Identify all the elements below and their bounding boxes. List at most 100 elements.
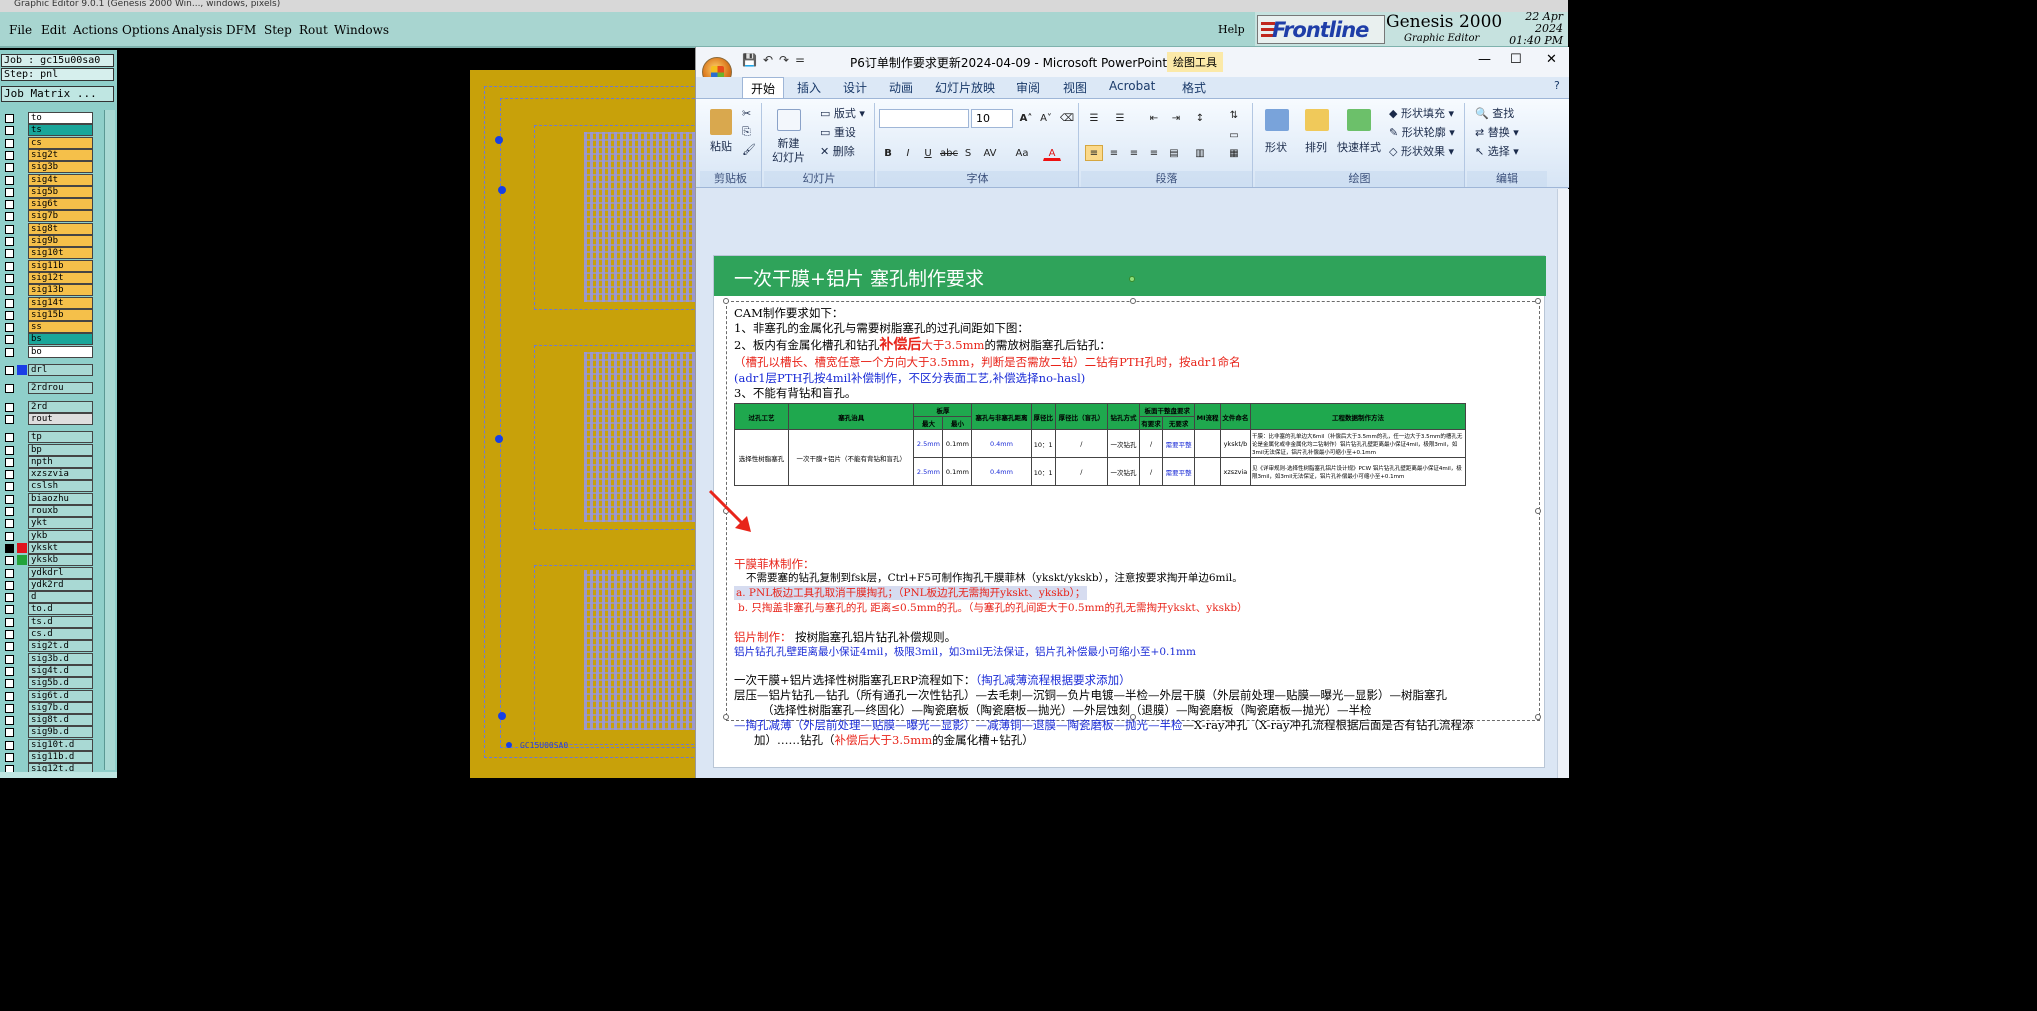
layer-checkbox[interactable]: [5, 414, 14, 424]
menu-windows[interactable]: Windows: [334, 23, 389, 37]
smartart-icon[interactable]: ▦: [1225, 145, 1243, 161]
layer-checkbox[interactable]: [5, 642, 14, 652]
layer-row[interactable]: sig11b: [0, 259, 96, 272]
text-direction-icon[interactable]: ⇅: [1225, 107, 1243, 123]
reset-button[interactable]: ▭ 重设: [820, 124, 856, 140]
layer-checkbox[interactable]: [5, 617, 14, 627]
layer-name[interactable]: ykt: [28, 517, 93, 530]
align-center-icon[interactable]: ≡: [1105, 145, 1123, 161]
layer-checkbox[interactable]: [5, 273, 14, 283]
shapes-icon[interactable]: [1265, 109, 1289, 131]
layer-checkbox[interactable]: [5, 703, 14, 713]
layer-name[interactable]: sig6t: [28, 198, 93, 211]
shape-outline-button[interactable]: ✎ 形状轮廓 ▾: [1389, 124, 1455, 140]
layer-name[interactable]: sig4t: [28, 173, 93, 186]
job-matrix-button[interactable]: Job Matrix ...: [1, 86, 114, 102]
new-slide-button[interactable]: 新建 幻灯片: [772, 137, 805, 165]
layer-name[interactable]: ss: [28, 321, 93, 334]
close-icon[interactable]: ✕: [1546, 52, 1557, 67]
shrink-font-icon[interactable]: A˅: [1037, 110, 1055, 126]
layer-row[interactable]: sig14t: [0, 296, 96, 309]
layer-name[interactable]: sig7b.d: [28, 701, 93, 714]
layer-row[interactable]: drl: [0, 364, 96, 376]
layer-row[interactable]: 2rd: [0, 400, 96, 413]
resize-handle[interactable]: [723, 714, 729, 720]
layer-row[interactable]: ydkdrl: [0, 566, 96, 579]
menu-dfm[interactable]: DFM: [226, 23, 256, 37]
layer-row[interactable]: to: [0, 112, 96, 124]
tab-acrobat[interactable]: Acrobat: [1109, 79, 1155, 93]
layer-checkbox[interactable]: [5, 384, 14, 394]
layer-row[interactable]: sig8t: [0, 222, 96, 235]
layer-row[interactable]: rouxb: [0, 505, 96, 517]
layer-checkbox[interactable]: [5, 457, 14, 467]
layer-checkbox[interactable]: [5, 728, 14, 738]
layer-name[interactable]: bp: [28, 443, 93, 456]
menu-analysis[interactable]: Analysis: [172, 23, 222, 37]
arrange-icon[interactable]: [1305, 109, 1329, 131]
layer-checkbox[interactable]: [5, 163, 14, 173]
layer-checkbox[interactable]: [5, 740, 14, 750]
layer-name[interactable]: sig5b.d: [28, 677, 93, 690]
layer-checkbox[interactable]: [5, 114, 14, 123]
layer-name[interactable]: sig12t: [28, 271, 93, 284]
layer-name[interactable]: sig11b.d: [28, 751, 93, 763]
layer-row[interactable]: xzszvia: [0, 468, 96, 481]
font-size-box[interactable]: 10: [971, 109, 1013, 128]
font-color-icon[interactable]: A: [1043, 145, 1061, 161]
paste-button[interactable]: 粘贴: [710, 138, 732, 154]
layer-name[interactable]: ydkdrl: [28, 566, 93, 579]
layer-row[interactable]: sig5b.d: [0, 677, 96, 690]
layer-row[interactable]: sig3b: [0, 161, 96, 174]
align-text-icon[interactable]: ▭: [1225, 127, 1243, 143]
shape-fill-button[interactable]: ◆ 形状填充 ▾: [1389, 105, 1454, 121]
layer-name[interactable]: ykb: [28, 529, 93, 542]
layer-row[interactable]: bo: [0, 345, 96, 358]
layer-checkbox[interactable]: [5, 679, 14, 689]
select-button[interactable]: ↖ 选择 ▾: [1475, 143, 1519, 159]
layer-row[interactable]: bs: [0, 333, 96, 346]
layer-list-scrollbar[interactable]: [104, 110, 115, 770]
layer-row[interactable]: sig13b: [0, 284, 96, 297]
tab-review[interactable]: 审阅: [1016, 79, 1040, 96]
layer-name[interactable]: sig8t: [28, 222, 93, 235]
resize-handle[interactable]: [1130, 298, 1136, 304]
layer-name[interactable]: drl: [28, 364, 93, 376]
layer-row[interactable]: rout: [0, 412, 96, 425]
resize-handle[interactable]: [1535, 508, 1541, 514]
graphic-canvas[interactable]: GC15U00SA0: [117, 50, 724, 778]
italic-icon[interactable]: I: [899, 145, 917, 161]
layer-checkbox[interactable]: [5, 335, 14, 345]
layer-name[interactable]: sig14t: [28, 296, 93, 309]
layer-name[interactable]: sig13b: [28, 284, 93, 297]
layer-name[interactable]: ts.d: [28, 615, 93, 628]
layer-row[interactable]: sig10t: [0, 247, 96, 260]
layer-row[interactable]: sig8t.d: [0, 714, 96, 727]
delete-button[interactable]: ✕ 删除: [820, 143, 855, 159]
tab-insert[interactable]: 插入: [797, 79, 821, 96]
layer-name[interactable]: to: [28, 112, 93, 124]
numbering-icon[interactable]: ☰: [1111, 110, 1129, 126]
minimize-icon[interactable]: —: [1478, 52, 1491, 67]
layer-row[interactable]: cslsh: [0, 480, 96, 493]
layer-name[interactable]: sig10t: [28, 247, 93, 260]
menu-step[interactable]: Step: [264, 23, 292, 37]
arrange-button[interactable]: 排列: [1305, 139, 1327, 155]
layer-checkbox[interactable]: [5, 200, 14, 210]
layer-row[interactable]: ts: [0, 124, 96, 137]
tab-slideshow[interactable]: 幻灯片放映: [935, 79, 995, 96]
layer-row[interactable]: cs.d: [0, 628, 96, 640]
clear-format-icon[interactable]: ⌫: [1058, 110, 1076, 126]
layer-name[interactable]: to.d: [28, 603, 93, 616]
layer-name[interactable]: sig3b: [28, 161, 93, 174]
layer-checkbox[interactable]: [5, 519, 14, 529]
columns-icon[interactable]: ▥: [1191, 145, 1209, 161]
copy-icon[interactable]: ⎘: [742, 125, 751, 139]
layer-checkbox[interactable]: [5, 138, 14, 148]
layer-name[interactable]: sig4t.d: [28, 664, 93, 677]
find-button[interactable]: 🔍 查找: [1475, 105, 1514, 121]
layer-name[interactable]: cs.d: [28, 628, 93, 640]
layer-name[interactable]: sig15b: [28, 308, 93, 321]
layer-name[interactable]: sig3b.d: [28, 652, 93, 665]
format-painter-icon[interactable]: 🖌: [742, 143, 756, 156]
